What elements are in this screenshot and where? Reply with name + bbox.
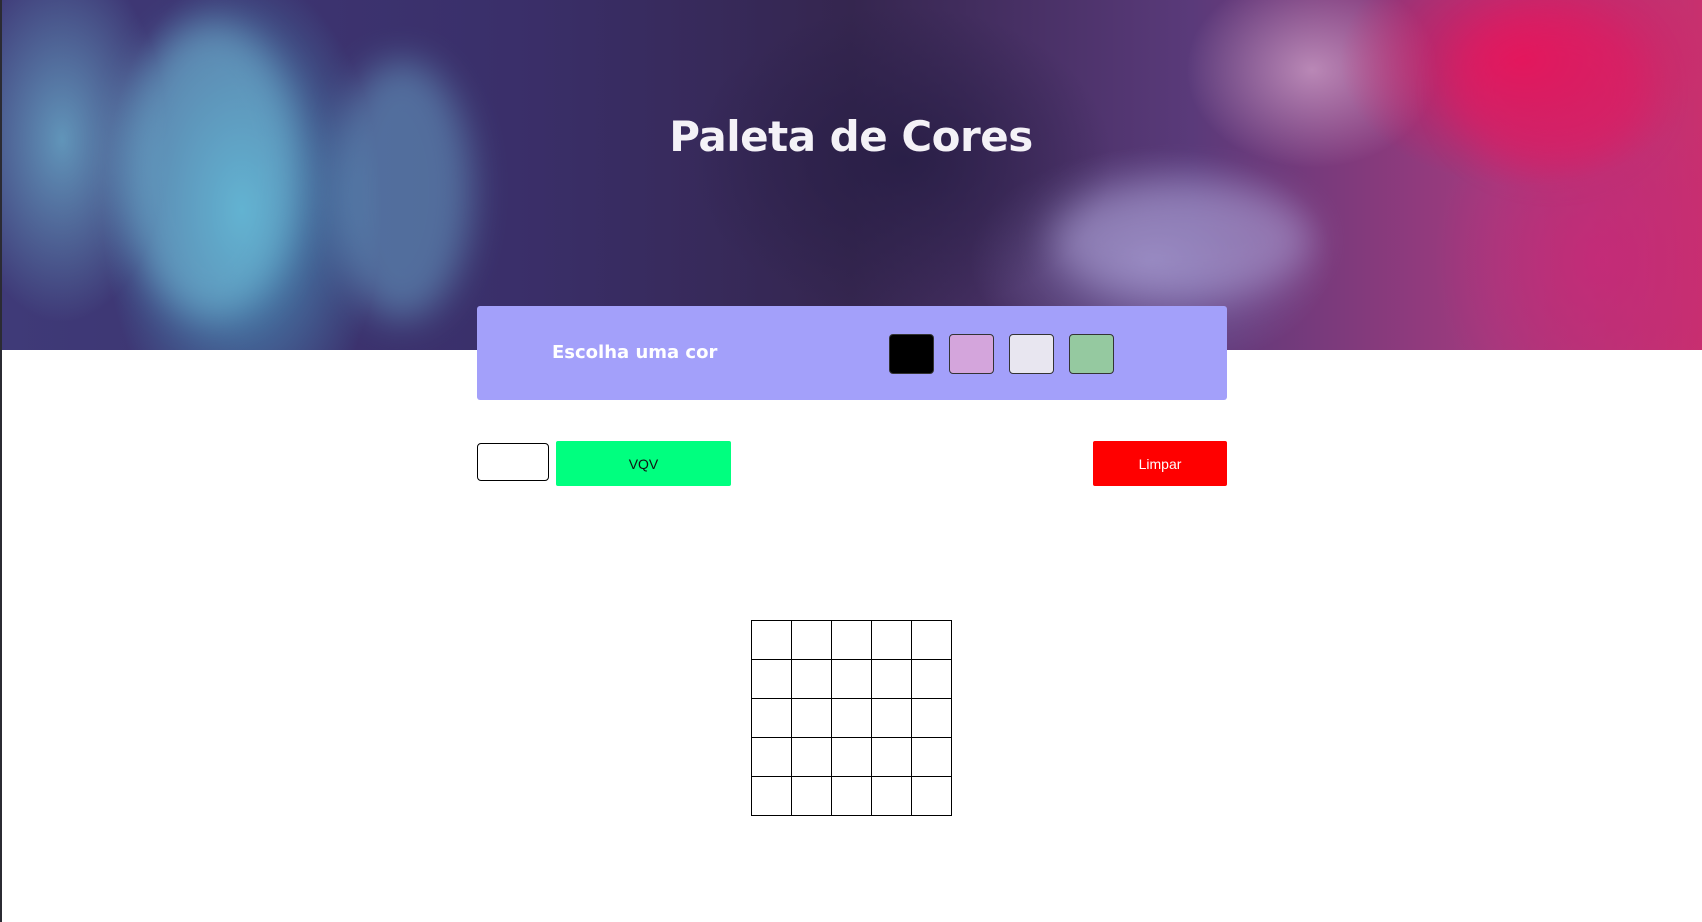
color-swatch-sage-green[interactable] — [1069, 334, 1114, 374]
color-swatch-black[interactable] — [889, 334, 934, 374]
pixel-cell[interactable] — [911, 698, 952, 738]
pixel-cell[interactable] — [791, 737, 832, 777]
pixel-cell[interactable] — [831, 776, 872, 816]
palette-label: Escolha uma cor — [552, 342, 718, 363]
pixel-cell[interactable] — [751, 659, 792, 699]
pixel-board — [751, 620, 952, 816]
color-swatch-lilac[interactable] — [949, 334, 994, 374]
pixel-cell[interactable] — [791, 698, 832, 738]
color-palette: Escolha uma cor — [477, 306, 1227, 400]
board-controls: VQV Limpar — [477, 441, 1227, 486]
smoke-decoration — [332, 60, 472, 320]
header-banner — [2, 0, 1702, 350]
board-size-input[interactable] — [477, 443, 549, 481]
pixel-cell[interactable] — [871, 776, 912, 816]
pixel-cell[interactable] — [791, 620, 832, 660]
generate-board-button[interactable]: VQV — [556, 441, 731, 486]
pixel-cell[interactable] — [831, 737, 872, 777]
pixel-cell[interactable] — [871, 737, 912, 777]
pixel-cell[interactable] — [831, 620, 872, 660]
page-title: Paleta de Cores — [669, 112, 1033, 161]
smoke-decoration — [1052, 180, 1312, 300]
pixel-cell[interactable] — [911, 776, 952, 816]
pixel-cell[interactable] — [911, 659, 952, 699]
pixel-cell[interactable] — [831, 698, 872, 738]
pixel-cell[interactable] — [911, 737, 952, 777]
pixel-cell[interactable] — [751, 620, 792, 660]
pixel-cell[interactable] — [751, 776, 792, 816]
smoke-decoration — [122, 20, 302, 320]
pixel-cell[interactable] — [751, 698, 792, 738]
pixel-cell[interactable] — [871, 698, 912, 738]
pixel-cell[interactable] — [791, 776, 832, 816]
pixel-cell[interactable] — [751, 737, 792, 777]
pixel-cell[interactable] — [831, 659, 872, 699]
pixel-cell[interactable] — [791, 659, 832, 699]
clear-board-button[interactable]: Limpar — [1093, 441, 1227, 486]
pixel-cell[interactable] — [871, 620, 912, 660]
pixel-cell[interactable] — [911, 620, 952, 660]
pixel-cell[interactable] — [871, 659, 912, 699]
color-swatch-light-lavender[interactable] — [1009, 334, 1054, 374]
